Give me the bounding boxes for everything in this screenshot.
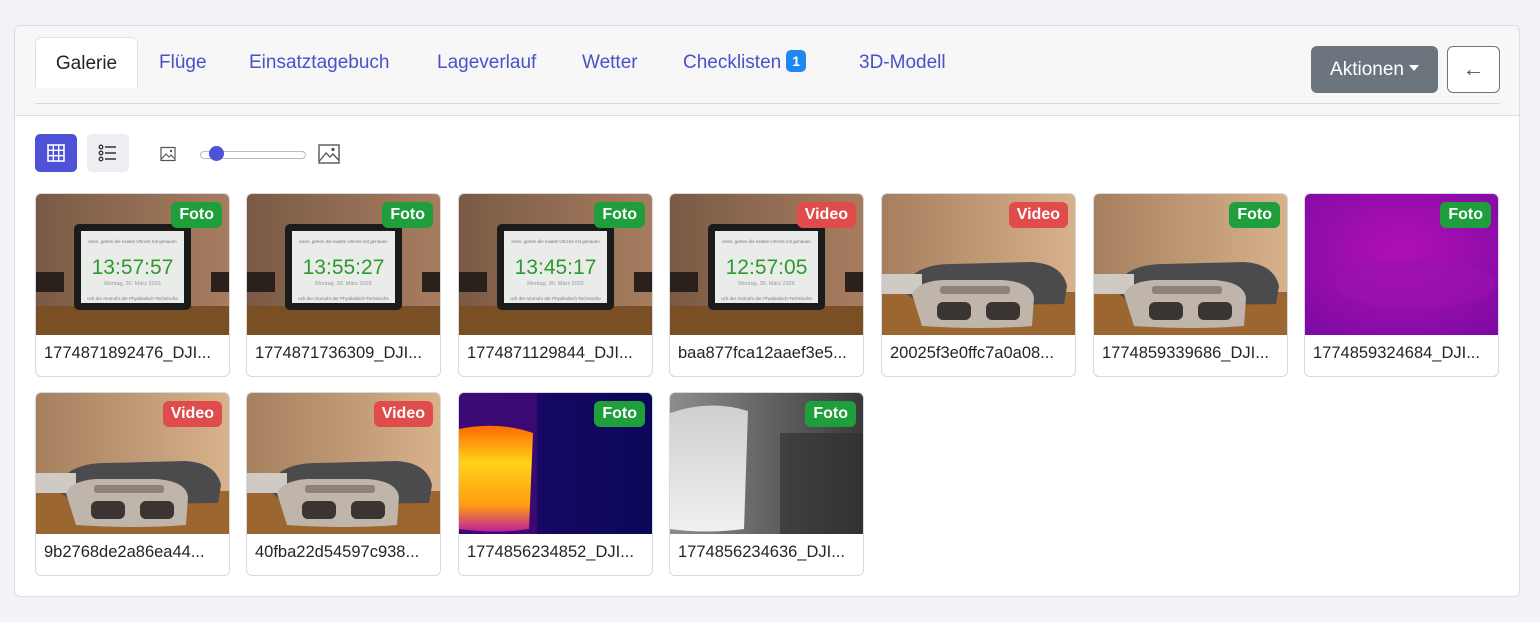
tab-checklisten[interactable]: Checklisten 1 (683, 37, 807, 88)
grid-icon (47, 144, 65, 162)
tabs-header: Galerie Flüge Einsatztagebuch Lageverlau… (15, 26, 1519, 116)
media-type-badge: Video (162, 401, 222, 427)
file-name: 9b2768de2a86ea44... (44, 543, 205, 561)
svg-text:uch der Atomuhr der Physikalis: uch der Atomuhr der Physikalisch-Technis… (298, 296, 389, 301)
tab-3d-modell[interactable]: 3D-Modell (859, 37, 946, 88)
clock-time-text: 13:55:27 (303, 256, 385, 279)
media-type-badge: Foto (805, 401, 856, 427)
gallery-item[interactable]: Video 9b2768de2a86ea44... (35, 392, 230, 576)
arrow-left-icon: ← (1462, 56, 1485, 81)
svg-text:ieren, gehen die exakte Uhrzei: ieren, gehen die exakte Uhrzeit mit gena… (299, 239, 388, 244)
gallery-item[interactable]: Foto 1774859324684_DJI... (1304, 193, 1499, 377)
grid-view-button[interactable] (35, 134, 77, 172)
tab-lageverlauf[interactable]: Lageverlauf (437, 37, 536, 88)
gallery-item[interactable]: ieren, gehen die exakte Uhrzeit mit gena… (246, 193, 441, 377)
media-type-badge: Foto (1229, 202, 1280, 228)
file-name: 1774856234636_DJI... (678, 543, 845, 561)
media-type-badge: Video (1008, 202, 1068, 228)
image-small-icon (160, 146, 176, 162)
file-name: 1774871129844_DJI... (467, 344, 633, 362)
gallery-item[interactable]: Video 40fba22d54597c938... (246, 392, 441, 576)
svg-text:ieren, gehen die exakte Uhrzei: ieren, gehen die exakte Uhrzeit mit gena… (88, 239, 177, 244)
tab-wetter[interactable]: Wetter (582, 37, 638, 88)
media-type-badge: Foto (594, 202, 645, 228)
image-large-icon (318, 144, 340, 164)
file-name: baa877fca12aaef3e5... (678, 344, 847, 362)
gallery-item[interactable]: ieren, gehen die exakte Uhrzeit mit gena… (458, 193, 653, 377)
media-type-badge: Video (796, 202, 856, 228)
svg-text:ieren, gehen die exakte Uhrzei: ieren, gehen die exakte Uhrzeit mit gena… (722, 239, 811, 244)
media-type-badge: Foto (171, 202, 222, 228)
actions-dropdown-button[interactable]: Aktionen (1311, 46, 1438, 93)
gallery-item[interactable]: Foto 1774859339686_DJI... (1093, 193, 1288, 377)
file-name: 1774856234852_DJI... (467, 543, 634, 561)
svg-text:Montag, 30. März 2026: Montag, 30. März 2026 (527, 281, 584, 287)
svg-text:Montag, 30. März 2026: Montag, 30. März 2026 (738, 281, 795, 287)
clock-time-text: 13:45:17 (515, 256, 597, 279)
file-name: 1774859339686_DJI... (1102, 344, 1269, 362)
caret-down-icon (1408, 65, 1419, 71)
svg-text:uch der Atomuhr der Physikalis: uch der Atomuhr der Physikalisch-Technis… (510, 296, 601, 301)
thumbnail-size-slider[interactable] (200, 146, 306, 162)
svg-text:uch der Atomuhr der Physikalis: uch der Atomuhr der Physikalisch-Technis… (721, 296, 812, 301)
tab-galerie[interactable]: Galerie (35, 37, 138, 88)
list-view-button[interactable] (87, 134, 129, 172)
gallery-item[interactable]: Video 20025f3e0ffc7a0a08... (881, 193, 1076, 377)
gallery-item[interactable]: Foto 1774856234636_DJI... (669, 392, 864, 576)
file-name: 1774859324684_DJI... (1313, 344, 1480, 362)
tabs-divider (35, 103, 1500, 104)
svg-text:ieren, gehen die exakte Uhrzei: ieren, gehen die exakte Uhrzeit mit gena… (511, 239, 600, 244)
media-type-badge: Foto (594, 401, 645, 427)
checklisten-count-badge: 1 (786, 50, 807, 72)
tab-einsatztagebuch[interactable]: Einsatztagebuch (249, 37, 390, 88)
gallery-item[interactable]: ieren, gehen die exakte Uhrzeit mit gena… (35, 193, 230, 377)
media-type-badge: Foto (382, 202, 433, 228)
list-icon (98, 144, 116, 162)
gallery-item[interactable]: Foto 1774856234852_DJI... (458, 392, 653, 576)
clock-time-text: 12:57:05 (726, 256, 808, 279)
back-button[interactable]: ← (1447, 46, 1500, 93)
svg-text:Montag, 30. März 2026: Montag, 30. März 2026 (315, 281, 372, 287)
file-name: 40fba22d54597c938... (255, 543, 420, 561)
svg-text:Montag, 30. März 2026: Montag, 30. März 2026 (104, 281, 161, 287)
media-type-badge: Foto (1440, 202, 1491, 228)
file-name: 20025f3e0ffc7a0a08... (890, 344, 1054, 362)
svg-text:uch der Atomuhr der Physikalis: uch der Atomuhr der Physikalisch-Technis… (87, 296, 178, 301)
tab-fluege[interactable]: Flüge (159, 37, 207, 88)
gallery-card: Galerie Flüge Einsatztagebuch Lageverlau… (14, 25, 1520, 597)
gallery-item[interactable]: ieren, gehen die exakte Uhrzeit mit gena… (669, 193, 864, 377)
slider-knob[interactable] (209, 146, 224, 161)
clock-time-text: 13:57:57 (92, 256, 174, 279)
file-name: 1774871892476_DJI... (44, 344, 211, 362)
media-type-badge: Video (373, 401, 433, 427)
file-name: 1774871736309_DJI... (255, 344, 422, 362)
